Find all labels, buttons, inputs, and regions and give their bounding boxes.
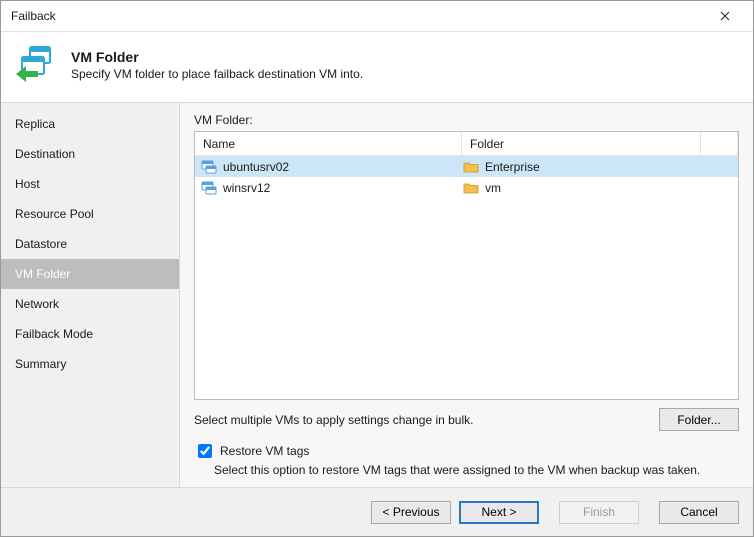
previous-button[interactable]: < Previous bbox=[371, 501, 451, 524]
folder-name: Enterprise bbox=[485, 160, 540, 174]
close-icon bbox=[720, 11, 730, 21]
bulk-hint: Select multiple VMs to apply settings ch… bbox=[194, 413, 659, 427]
sidebar-item-failback-mode[interactable]: Failback Mode bbox=[1, 319, 179, 349]
column-name[interactable]: Name bbox=[195, 132, 462, 155]
restore-tags-row: Restore VM tags bbox=[194, 441, 739, 461]
failback-stacked-windows-icon bbox=[15, 42, 61, 88]
sidebar-item-network[interactable]: Network bbox=[1, 289, 179, 319]
restore-tags-label: Restore VM tags bbox=[220, 444, 309, 458]
wizard-steps-sidebar: Replica Destination Host Resource Pool D… bbox=[1, 103, 180, 487]
table-row[interactable]: ubuntusrv02 Enterprise bbox=[195, 156, 738, 177]
wizard-header: VM Folder Specify VM folder to place fai… bbox=[1, 32, 753, 103]
column-folder[interactable]: Folder bbox=[462, 132, 701, 155]
sidebar-item-replica[interactable]: Replica bbox=[1, 109, 179, 139]
sidebar-item-destination[interactable]: Destination bbox=[1, 139, 179, 169]
restore-tags-checkbox[interactable] bbox=[198, 444, 212, 458]
vm-name: ubuntusrv02 bbox=[223, 160, 289, 174]
sidebar-item-summary[interactable]: Summary bbox=[1, 349, 179, 379]
vm-icon bbox=[201, 180, 217, 196]
wizard-buttons: < Previous Next > Finish Cancel bbox=[1, 487, 753, 536]
folder-icon bbox=[463, 159, 479, 175]
finish-button: Finish bbox=[559, 501, 639, 524]
wizard-body: Replica Destination Host Resource Pool D… bbox=[1, 103, 753, 487]
folder-name: vm bbox=[485, 181, 501, 195]
failback-window: Failback VM Folder Specify VM folder to … bbox=[0, 0, 754, 537]
sidebar-item-vm-folder[interactable]: VM Folder bbox=[1, 259, 179, 289]
vm-name: winsrv12 bbox=[223, 181, 270, 195]
folder-icon bbox=[463, 180, 479, 196]
sidebar-item-host[interactable]: Host bbox=[1, 169, 179, 199]
vm-icon bbox=[201, 159, 217, 175]
vm-folder-table[interactable]: Name Folder u bbox=[194, 131, 739, 400]
vm-folder-label: VM Folder: bbox=[194, 113, 739, 127]
next-button[interactable]: Next > bbox=[459, 501, 539, 524]
titlebar: Failback bbox=[1, 1, 753, 32]
restore-tags-desc: Select this option to restore VM tags th… bbox=[194, 463, 739, 487]
sidebar-item-resource-pool[interactable]: Resource Pool bbox=[1, 199, 179, 229]
folder-button[interactable]: Folder... bbox=[659, 408, 739, 431]
window-title: Failback bbox=[11, 9, 705, 23]
close-button[interactable] bbox=[705, 2, 745, 30]
table-header: Name Folder bbox=[195, 132, 738, 156]
sidebar-item-datastore[interactable]: Datastore bbox=[1, 229, 179, 259]
table-row[interactable]: winsrv12 vm bbox=[195, 177, 738, 198]
page-title: VM Folder bbox=[71, 49, 363, 65]
main-panel: VM Folder: Name Folder bbox=[180, 103, 753, 487]
page-subtitle: Specify VM folder to place failback dest… bbox=[71, 67, 363, 81]
cancel-button[interactable]: Cancel bbox=[659, 501, 739, 524]
